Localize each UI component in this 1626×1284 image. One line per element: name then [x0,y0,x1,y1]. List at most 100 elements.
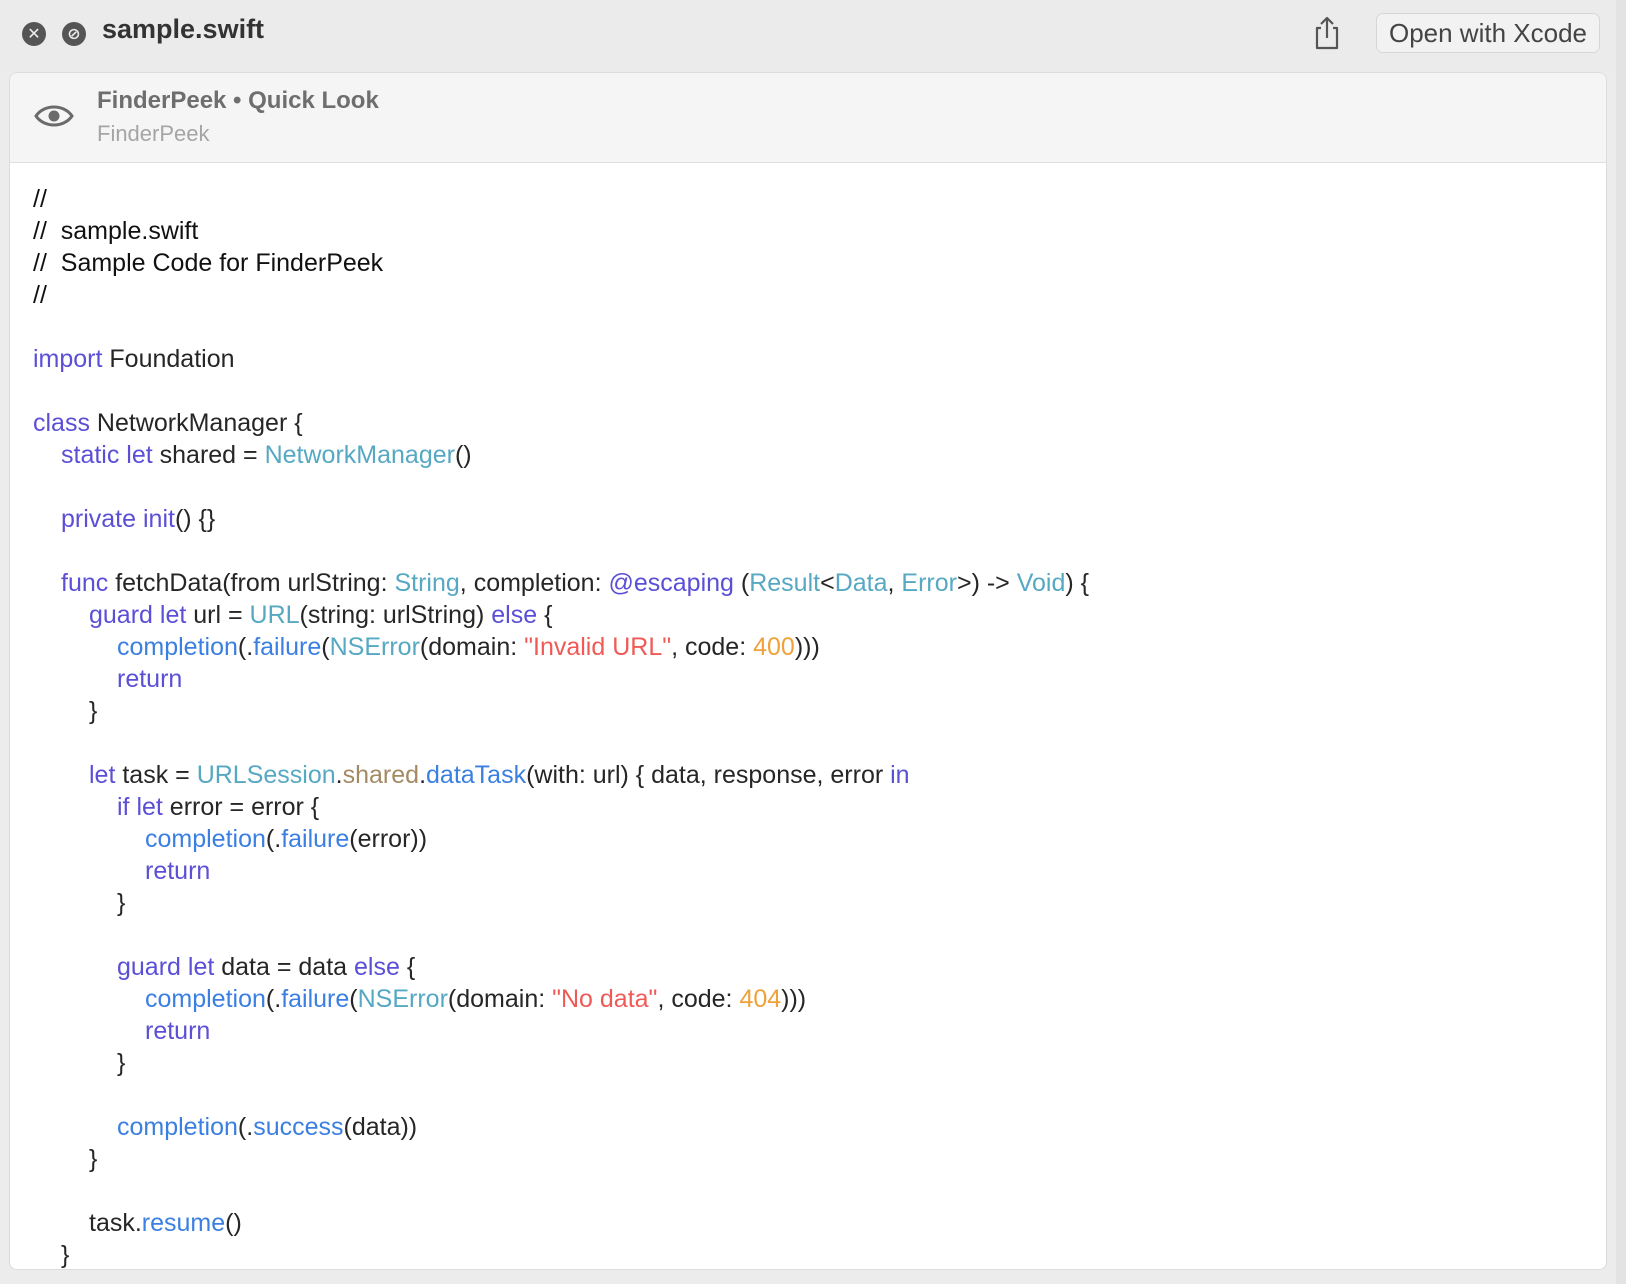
code-token: import [33,345,103,373]
code-line: static let shared = NetworkManager() [33,439,1593,471]
code-token: return [145,857,211,885]
code-token: (with: url) { data, response, error [526,761,891,789]
code-token: in [890,761,910,789]
code-token: < [820,569,835,597]
code-token: ))) [794,633,820,661]
code-token: (. [265,985,282,1013]
code-token: url = [186,601,250,629]
code-line: } [33,1047,1593,1079]
code-token: } [61,1241,70,1269]
code-token: shared [342,761,420,789]
code-token: "Invalid URL" [524,633,672,661]
code-token: private init [61,505,175,533]
code-token: @escaping [608,569,734,597]
code-line: // Sample Code for FinderPeek [33,247,1593,279]
code-token: } [89,697,98,725]
code-token: , [887,569,902,597]
code-token: completion [117,1113,238,1141]
window-title: sample.swift [102,14,265,44]
code-line: if let error = error { [33,791,1593,823]
open-with-xcode-button[interactable]: Open with Xcode [1376,13,1600,53]
code-line: } [33,695,1593,727]
code-token: () [454,441,472,469]
code-line: func fetchData(from urlString: String, c… [33,567,1593,599]
code-token: (domain: [419,633,525,661]
code-token: Error [901,569,957,597]
code-token: String [394,569,460,597]
code-token: else [354,953,400,981]
code-token: task. [89,1209,142,1237]
app-banner: FinderPeek • Quick Look FinderPeek [10,73,1606,163]
code-line: completion(.failure(NSError(domain: "Inv… [33,631,1593,663]
code-token: func [61,569,109,597]
code-token: . [419,761,427,789]
code-token: (error)) [349,825,428,853]
code-line: completion(.failure(error)) [33,823,1593,855]
code-token: // sample.swift [33,217,199,245]
code-line: return [33,1015,1593,1047]
code-token: class [33,409,90,437]
code-line: task.resume() [33,1207,1593,1239]
code-line: return [33,663,1593,695]
code-token: Foundation [102,345,235,373]
code-token: completion [145,985,266,1013]
code-token: return [117,665,183,693]
code-token: (domain: [447,985,553,1013]
code-line: import Foundation [33,343,1593,375]
code-token: (data)) [343,1113,418,1141]
code-token: { [399,953,416,981]
code-token: let [89,761,116,789]
code-line: completion(.success(data)) [33,1111,1593,1143]
code-token: 404 [739,985,782,1013]
preview-panel: FinderPeek • Quick Look FinderPeek // // … [9,72,1607,1270]
code-token: guard let [117,953,215,981]
code-line: private init() {} [33,503,1593,535]
title-bar: ✕ ⊘ sample.swift Open with Xcode [0,0,1626,72]
code-line: guard let url = URL(string: urlString) e… [33,599,1593,631]
close-icon[interactable]: ✕ [22,22,46,46]
code-token: // Sample Code for FinderPeek [33,249,384,277]
code-token: return [145,1017,211,1045]
code-token: URL [249,601,300,629]
share-icon[interactable] [1312,16,1342,50]
code-token: () [225,1209,242,1237]
code-token: , code: [671,633,754,661]
code-token: NSError [357,985,448,1013]
code-token: shared = [152,441,265,469]
code-token: } [89,1145,98,1173]
code-token: guard let [89,601,187,629]
code-token: 400 [753,633,795,661]
code-token: URLSession [196,761,336,789]
code-line: class NetworkManager { [33,407,1593,439]
code-line: } [33,887,1593,919]
code-token: } [117,889,126,917]
code-token: NetworkManager { [89,409,303,437]
code-token: else [491,601,538,629]
code-token: (. [265,825,282,853]
code-line: } [33,1239,1593,1269]
code-token: (. [237,633,254,661]
no-entry-icon[interactable]: ⊘ [62,22,86,46]
code-token: >) -> [956,569,1017,597]
code-token: NetworkManager [264,441,455,469]
code-token: static let [61,441,153,469]
code-line: return [33,855,1593,887]
code-token: data = data [214,953,354,981]
code-token: fetchData(from urlString: [108,569,395,597]
background-window-edge [1616,0,1626,1284]
code-token: . [335,761,343,789]
code-token: ( [349,985,358,1013]
code-line: } [33,1143,1593,1175]
code-token: completion [117,633,238,661]
code-token: , completion: [459,569,609,597]
code-line: // sample.swift [33,215,1593,247]
code-token: error = error { [162,793,320,821]
code-token: NSError [329,633,420,661]
code-view[interactable]: // // sample.swift // Sample Code for Find… [33,183,1593,1269]
code-token: completion [145,825,266,853]
code-token: } [117,1049,126,1077]
